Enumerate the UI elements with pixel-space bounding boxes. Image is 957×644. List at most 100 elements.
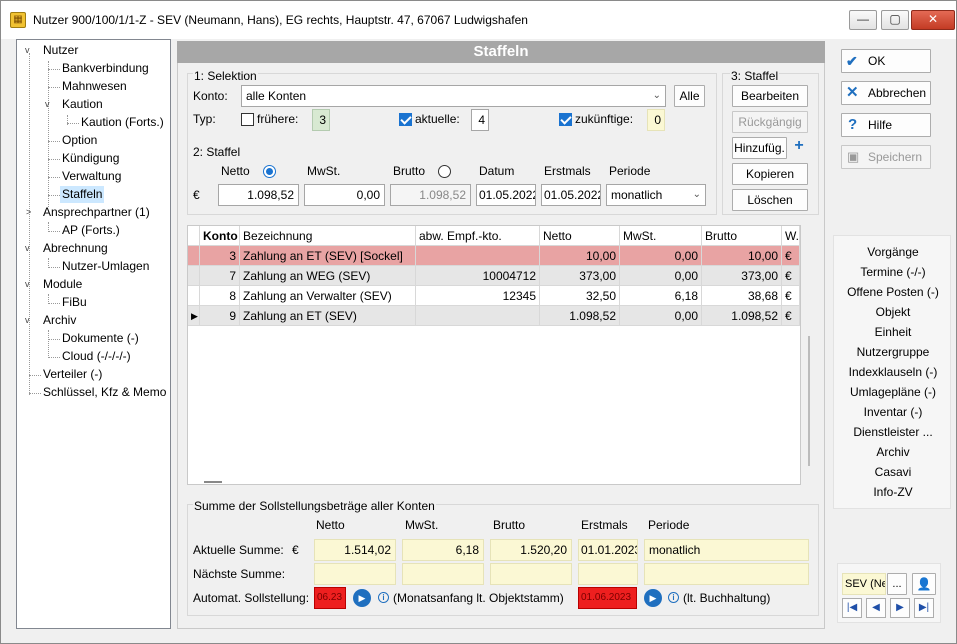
expand-icon[interactable]: > [26, 207, 31, 217]
tree-item-mahnwesen[interactable]: Mahnwesen [62, 78, 127, 95]
previous-record-icon[interactable]: ◀ [866, 598, 886, 618]
minimize-button[interactable]: — [849, 10, 877, 30]
add-icon[interactable]: + [789, 137, 809, 157]
link-einheit[interactable]: Einheit [834, 322, 952, 342]
column-header-empf[interactable]: abw. Empf.-kto. [416, 226, 540, 246]
link-termine[interactable]: Termine (-/-) [834, 262, 952, 282]
bearbeiten-button[interactable]: Bearbeiten [732, 85, 808, 107]
tree-item-ansprechpartner[interactable]: Ansprechpartner (1) [43, 204, 150, 221]
link-inventar[interactable]: Inventar (-) [834, 402, 952, 422]
collapse-icon[interactable]: v [25, 315, 30, 325]
tree-item-module[interactable]: Module [43, 276, 82, 293]
alle-button[interactable]: Alle [674, 85, 705, 107]
tree-item-staffeln[interactable]: Staffeln [60, 186, 105, 203]
erstmals-input[interactable]: 01.05.2022 [541, 184, 601, 206]
column-header-konto[interactable]: Konto [200, 226, 240, 246]
horizontal-scrollbar[interactable] [204, 481, 222, 483]
collapse-icon[interactable]: v [25, 45, 30, 55]
user-icon[interactable]: 👤 [912, 573, 936, 595]
automat-label: Automat. Sollstellung: [193, 591, 310, 605]
navigation-tree: v Nutzer Bankverbindung Mahnwesen v Kaut… [16, 39, 171, 629]
table-row[interactable]: 8 Zahlung an Verwalter (SEV) 12345 32,50… [188, 286, 800, 306]
current-row-icon: ▶ [188, 306, 200, 326]
konto-label: Konto: [193, 89, 228, 103]
info-icon[interactable]: i [378, 592, 389, 603]
link-casavi[interactable]: Casavi [834, 462, 952, 482]
netto-input[interactable]: 1.098,52 [218, 184, 299, 206]
link-nutzergruppe[interactable]: Nutzergruppe [834, 342, 952, 362]
tree-item-bankverbindung[interactable]: Bankverbindung [62, 60, 149, 77]
tree-item-schluessel[interactable]: Schlüssel, Kfz & Memo [43, 384, 166, 401]
next-record-icon[interactable]: ▶ [890, 598, 910, 618]
cell-w: € [782, 306, 800, 326]
tree-item-archiv[interactable]: Archiv [43, 312, 76, 329]
tree-item-abrechnung[interactable]: Abrechnung [43, 240, 108, 257]
tree-item-ap-forts[interactable]: AP (Forts.) [62, 222, 120, 239]
link-dienstleister[interactable]: Dienstleister ... [834, 422, 952, 442]
tree-item-fibu[interactable]: FiBu [62, 294, 87, 311]
column-header-mwst[interactable]: MwSt. [620, 226, 702, 246]
rueckgaengig-button[interactable]: Rückgängig [732, 111, 808, 133]
link-info-zv[interactable]: Info-ZV [834, 482, 952, 502]
brutto-radio[interactable] [438, 165, 451, 178]
tree-item-nutzer[interactable]: Nutzer [43, 42, 78, 59]
table-row[interactable]: ▶ 9 Zahlung an ET (SEV) 1.098,52 0,00 1.… [188, 306, 800, 326]
link-objekt[interactable]: Objekt [834, 302, 952, 322]
tree-item-nutzer-umlagen[interactable]: Nutzer-Umlagen [62, 258, 149, 275]
ok-button[interactable]: ✔ OK [841, 49, 931, 73]
collapse-icon[interactable]: v [25, 243, 30, 253]
aktuelle-checkbox[interactable] [399, 113, 412, 126]
cell-w: € [782, 246, 800, 266]
tree-item-dokumente[interactable]: Dokumente (-) [62, 330, 139, 347]
periode-select[interactable]: monatlich ⌄ [606, 184, 706, 206]
record-lookup-button[interactable]: ... [887, 573, 907, 595]
column-header-bezeichnung[interactable]: Bezeichnung [240, 226, 416, 246]
tree-item-verwaltung[interactable]: Verwaltung [62, 168, 121, 185]
maximize-button[interactable]: ▢ [881, 10, 909, 30]
link-offene-posten[interactable]: Offene Posten (-) [834, 282, 952, 302]
first-record-icon[interactable]: |◀ [842, 598, 862, 618]
record-search-input[interactable]: SEV (Ne [842, 573, 886, 595]
column-header-netto[interactable]: Netto [540, 226, 620, 246]
loeschen-button[interactable]: Löschen [732, 189, 808, 211]
netto-radio[interactable] [263, 165, 276, 178]
info-icon[interactable]: i [668, 592, 679, 603]
link-vorgaenge[interactable]: Vorgänge [834, 242, 952, 262]
hinzufuegen-button[interactable]: Hinzufüg. [732, 137, 787, 159]
play-icon[interactable]: ▶ [644, 589, 662, 607]
column-header-brutto[interactable]: Brutto [702, 226, 782, 246]
link-indexklauseln[interactable]: Indexklauseln (-) [834, 362, 952, 382]
hilfe-button[interactable]: ? Hilfe [841, 113, 931, 137]
zukuenftige-checkbox[interactable] [559, 113, 572, 126]
link-umlageplaene[interactable]: Umlagepläne (-) [834, 382, 952, 402]
close-button[interactable]: ✕ [911, 10, 955, 30]
konto-select[interactable]: alle Konten ⌄ [241, 85, 666, 107]
cell-brutto: 10,00 [702, 246, 782, 266]
tree-item-option[interactable]: Option [62, 132, 97, 149]
abbrechen-button[interactable]: ✕ Abbrechen [841, 81, 931, 105]
datum-input[interactable]: 01.05.2022 [476, 184, 536, 206]
summary-erstmals-label: Erstmals [581, 518, 628, 532]
tree-item-verteiler[interactable]: Verteiler (-) [43, 366, 102, 383]
fruehere-checkbox[interactable] [241, 113, 254, 126]
table-row[interactable]: 3 Zahlung an ET (SEV) [Sockel] 10,00 0,0… [188, 246, 800, 266]
speichern-button[interactable]: ▣ Speichern [841, 145, 931, 169]
tree-item-kuendigung[interactable]: Kündigung [62, 150, 119, 167]
cell-netto: 1.098,52 [540, 306, 620, 326]
page-title: Staffeln [177, 41, 825, 63]
link-archiv[interactable]: Archiv [834, 442, 952, 462]
last-record-icon[interactable]: ▶| [914, 598, 934, 618]
vertical-scrollbar[interactable] [808, 336, 810, 466]
tree-item-kaution[interactable]: Kaution [62, 96, 103, 113]
collapse-icon[interactable]: v [45, 99, 50, 109]
tree-item-kaution-forts[interactable]: Kaution (Forts.) [81, 114, 164, 131]
table-row[interactable]: 7 Zahlung an WEG (SEV) 10004712 373,00 0… [188, 266, 800, 286]
collapse-icon[interactable]: v [25, 279, 30, 289]
zukuenftige-label: zukünftige: [575, 112, 634, 126]
column-header-w[interactable]: W. [782, 226, 800, 246]
kopieren-button[interactable]: Kopieren [732, 163, 808, 185]
tree-item-cloud[interactable]: Cloud (-/-/-/-) [62, 348, 131, 365]
summary-currency: € [292, 543, 299, 557]
mwst-input[interactable]: 0,00 [304, 184, 385, 206]
play-icon[interactable]: ▶ [353, 589, 371, 607]
